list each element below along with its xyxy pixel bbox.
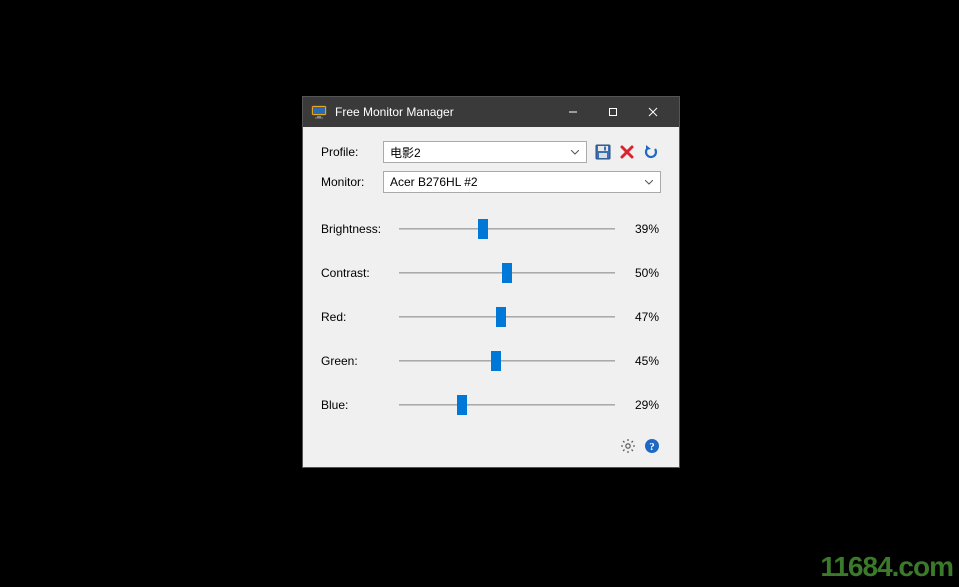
slider-row: Red: 47% [321, 295, 661, 339]
slider-track[interactable] [399, 351, 615, 371]
slider-label: Brightness: [321, 222, 399, 236]
slider-label: Red: [321, 310, 399, 324]
profile-row: Profile: 电影2 [321, 141, 661, 163]
slider-label: Blue: [321, 398, 399, 412]
slider-value: 29% [615, 398, 661, 412]
monitor-label: Monitor: [321, 175, 383, 189]
slider-value: 45% [615, 354, 661, 368]
slider-label: Contrast: [321, 266, 399, 280]
save-button[interactable] [593, 142, 613, 162]
slider-row: Brightness: 39% [321, 207, 661, 251]
monitor-combo[interactable]: Acer B276HL #2 [383, 171, 661, 193]
watermark-text: 11684.com [820, 551, 953, 583]
profile-label: Profile: [321, 145, 383, 159]
sliders-panel: Brightness: 39% Contrast: 50% Red: 47% Green: 4… [321, 207, 661, 427]
minimize-button[interactable] [553, 97, 593, 127]
monitor-row: Monitor: Acer B276HL #2 [321, 171, 661, 193]
titlebar[interactable]: Free Monitor Manager [303, 97, 679, 127]
slider-row: Contrast: 50% [321, 251, 661, 295]
app-window: Free Monitor Manager Profile: 电影2 [302, 96, 680, 468]
slider-value: 39% [615, 222, 661, 236]
profile-combo[interactable]: 电影2 [383, 141, 587, 163]
slider-row: Green: 45% [321, 339, 661, 383]
slider-value: 47% [615, 310, 661, 324]
slider-track[interactable] [399, 219, 615, 239]
delete-button[interactable] [617, 142, 637, 162]
slider-track[interactable] [399, 307, 615, 327]
slider-thumb[interactable] [496, 307, 506, 327]
slider-thumb[interactable] [478, 219, 488, 239]
slider-track[interactable] [399, 263, 615, 283]
maximize-button[interactable] [593, 97, 633, 127]
slider-thumb[interactable] [491, 351, 501, 371]
slider-thumb[interactable] [457, 395, 467, 415]
slider-thumb[interactable] [502, 263, 512, 283]
slider-value: 50% [615, 266, 661, 280]
undo-button[interactable] [641, 142, 661, 162]
close-button[interactable] [633, 97, 673, 127]
window-title: Free Monitor Manager [335, 105, 553, 119]
help-button[interactable]: ? [643, 437, 661, 455]
profile-combo-text: 电影2 [390, 144, 568, 161]
slider-track[interactable] [399, 395, 615, 415]
profile-toolbar [593, 142, 661, 162]
chevron-down-icon [568, 150, 582, 155]
chevron-down-icon [642, 180, 656, 185]
slider-label: Green: [321, 354, 399, 368]
settings-button[interactable] [619, 437, 637, 455]
monitor-icon [311, 104, 327, 120]
content-area: Profile: 电影2 [303, 127, 679, 467]
monitor-combo-text: Acer B276HL #2 [390, 175, 642, 189]
footer-toolbar: ? [321, 437, 661, 455]
slider-row: Blue: 29% [321, 383, 661, 427]
svg-text:?: ? [649, 441, 655, 453]
